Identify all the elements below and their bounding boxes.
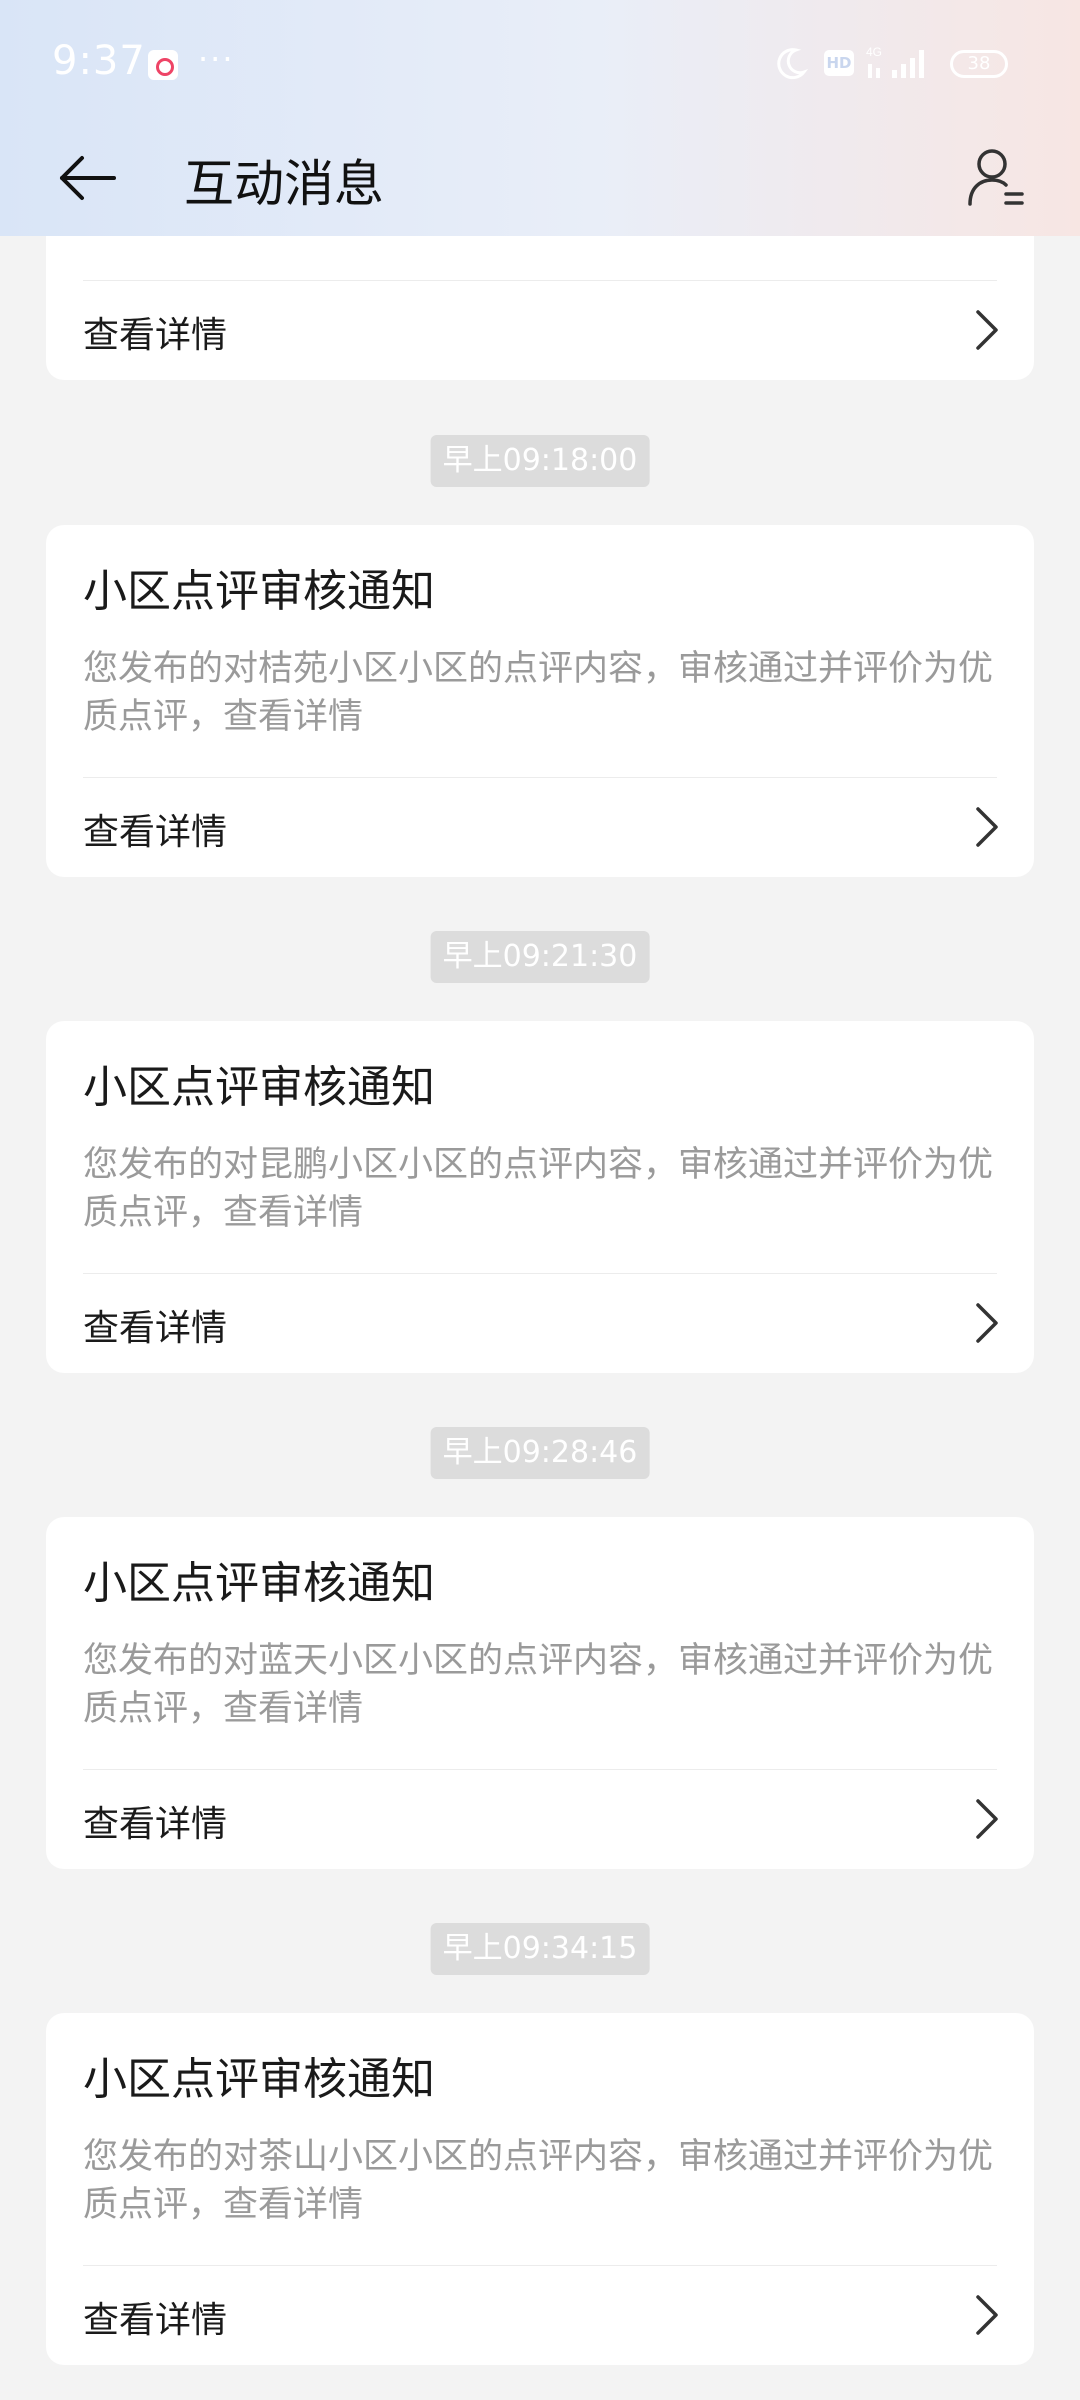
message-title: 小区点评审核通知 [83,566,435,617]
view-details-label: 查看详情 [83,2300,228,2341]
page-title: 互动消息 [184,155,384,213]
message-card: 小区点评审核通知 您发布的对昆鹏小区小区的点评内容，审核通过并评价为优质点评，查… [46,1021,1034,1373]
chevron-right-icon [976,2295,998,2335]
notification-app-icon [148,50,178,80]
view-details-button[interactable]: 查看详情 [46,2265,1034,2363]
battery-icon: 38 [950,50,1008,78]
chevron-right-icon [976,310,998,350]
view-details-button[interactable]: 查看详情 [46,1273,1034,1371]
chevron-right-icon [976,1303,998,1343]
message-timestamp: 早上09:21:30 [430,931,650,983]
status-time: 9:37 [52,38,146,84]
view-details-button[interactable]: 查看详情 [46,280,1034,378]
message-title: 小区点评审核通知 [83,1062,435,1113]
message-body: 您发布的对昆鹏小区小区的点评内容，审核通过并评价为优质点评，查看详情 [83,1145,994,1233]
more-notifications-icon: ··· [198,40,235,78]
message-card: 小区点评审核通知 您发布的对桔苑小区小区的点评内容，审核通过并评价为优质点评，查… [46,525,1034,877]
back-arrow-icon[interactable] [58,148,118,208]
chevron-right-icon [976,1799,998,1839]
message-title: 小区点评审核通知 [83,1558,435,1609]
message-card: 小区点评审核通知 您发布的对蓝天小区小区的点评内容，审核通过并评价为优质点评，查… [46,1517,1034,1869]
view-details-label: 查看详情 [83,1804,228,1845]
user-list-icon[interactable] [966,146,1026,210]
message-timestamp: 早上09:28:46 [430,1427,650,1479]
view-details-label: 查看详情 [83,1308,228,1349]
hd-voice-icon: HD [824,50,854,76]
chevron-right-icon [976,807,998,847]
view-details-button[interactable]: 查看详情 [46,777,1034,875]
message-list: 查看详情 早上09:18:00 小区点评审核通知 您发布的对桔苑小区小区的点评内… [0,0,1080,2400]
message-body: 您发布的对蓝天小区小区的点评内容，审核通过并评价为优质点评，查看详情 [83,1641,994,1729]
svg-text:4G: 4G [866,45,882,59]
message-title: 小区点评审核通知 [83,2054,435,2105]
view-details-button[interactable]: 查看详情 [46,1769,1034,1867]
message-timestamp: 早上09:18:00 [430,435,650,487]
do-not-disturb-icon [777,48,808,80]
signal-icon: 4G [866,45,924,78]
message-body: 您发布的对桔苑小区小区的点评内容，审核通过并评价为优质点评，查看详情 [83,649,994,737]
app-header: 9:37 ··· HD 4G 38 互动消息 [0,0,1080,236]
message-timestamp: 早上09:34:15 [430,1923,650,1975]
view-details-label: 查看详情 [83,315,228,356]
view-details-label: 查看详情 [83,812,228,853]
message-body: 您发布的对茶山小区小区的点评内容，审核通过并评价为优质点评，查看详情 [83,2137,994,2225]
status-bar: 9:37 ··· HD 4G 38 [0,0,1080,120]
message-card: 小区点评审核通知 您发布的对茶山小区小区的点评内容，审核通过并评价为优质点评，查… [46,2013,1034,2365]
